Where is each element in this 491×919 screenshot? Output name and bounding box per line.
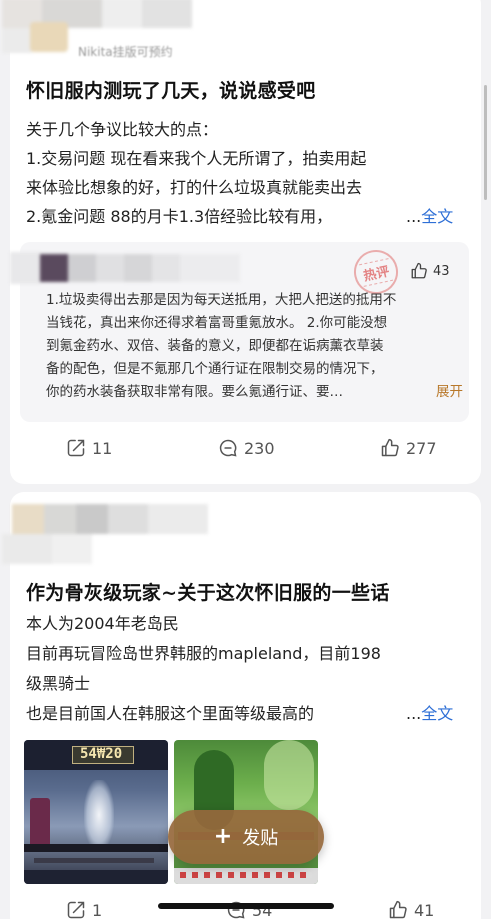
- new-post-label: 发贴: [242, 828, 279, 849]
- game-hud-text: 54₩20: [80, 746, 123, 762]
- read-more[interactable]: ...全文: [406, 703, 453, 725]
- ellipsis: ...: [406, 704, 422, 723]
- like-icon: [411, 262, 427, 279]
- like-icon: [381, 438, 399, 457]
- author-name[interactable]: Nikita挂版可预约: [78, 43, 173, 60]
- like-icon: [389, 900, 407, 919]
- post-body-line: 也是目前国人在韩服这个里面等级最高的: [26, 704, 315, 723]
- post-card[interactable]: Nikita挂版可预约 怀旧服内测玩了几天，说说感受吧 关于几个争议比较大的点：…: [2, 0, 481, 484]
- comment-like-button[interactable]: 43: [410, 262, 450, 280]
- share-icon: [67, 901, 85, 919]
- comment-line: 1.垃圾卖得出去那是因为每天送抵用，大把人把送的抵用不: [46, 292, 397, 308]
- comment-line: 你的药水装备获取非常有限。要么氪通行证、要…: [46, 384, 343, 400]
- avatar[interactable]: [12, 504, 44, 534]
- post-body-line: 本人为2004年老岛民: [26, 614, 179, 633]
- share-icon: [67, 439, 85, 457]
- like-button[interactable]: 41: [388, 900, 434, 919]
- share-button[interactable]: 1: [66, 900, 102, 919]
- like-count: 41: [414, 900, 435, 919]
- plus-icon: +: [213, 823, 233, 849]
- scrollbar[interactable]: [484, 85, 487, 200]
- post-title[interactable]: 作为骨灰级玩家~关于这次怀旧服的一些话: [26, 578, 390, 605]
- post-body-text: 2.氪金问题 88的月卡1.3倍经验比较有用，: [26, 207, 333, 226]
- post-body-line: 目前再玩冒险岛世界韩服的mapleland，目前198: [26, 644, 381, 663]
- avatar[interactable]: [30, 22, 68, 52]
- post-body-line: 来体验比想象的好，打的什么垃圾真就能卖出去: [26, 178, 363, 197]
- comment-line: 到氪金药水、双倍、装备的意义，即便都在诟病薰衣草装: [46, 338, 384, 354]
- comment-icon: [219, 439, 237, 457]
- avatar[interactable]: [40, 254, 68, 282]
- post-actions: 11 230 277: [10, 438, 481, 468]
- comment-like-count: 43: [433, 263, 450, 279]
- comment-line: 当钱花，真出来你还得求着富哥重氪放水。 2.你可能没想: [46, 315, 388, 331]
- read-more[interactable]: ...全文: [406, 206, 453, 228]
- commenter-avatar-name: [10, 252, 270, 284]
- new-post-button[interactable]: + 发贴: [168, 810, 324, 864]
- comment-button[interactable]: 230: [218, 438, 275, 458]
- post-body-line: 关于几个争议比较大的点：: [26, 120, 219, 139]
- author-header: [2, 504, 272, 566]
- share-button[interactable]: 11: [66, 438, 112, 458]
- home-indicator: [158, 903, 334, 909]
- post-title[interactable]: 怀旧服内测玩了几天，说说感受吧: [26, 76, 316, 103]
- share-count: 11: [92, 438, 113, 458]
- post-image[interactable]: 54₩20: [24, 740, 168, 884]
- share-count: 1: [92, 900, 103, 919]
- hot-comment[interactable]: 热评 43 1.垃圾卖得出去那是因为每天送抵用，大把人把送的抵用不 当钱花，真出…: [10, 242, 469, 422]
- comment-line: 备的配色，但是不氪那几个通行证在限制交易的情况下，: [46, 361, 384, 377]
- like-button[interactable]: 277: [380, 438, 437, 458]
- post-body-line: 2.氪金问题 88的月卡1.3倍经验比较有用，: [26, 206, 332, 228]
- ellipsis: ...: [406, 207, 422, 226]
- read-more-link[interactable]: 全文: [421, 704, 453, 723]
- comment-count: 230: [244, 438, 275, 458]
- post-body-line: 1.交易问题 现在看来我个人无所谓了，拍卖用起: [26, 149, 367, 168]
- read-more-link[interactable]: 全文: [421, 207, 453, 226]
- expand-link[interactable]: 展开: [436, 382, 463, 402]
- post-body-line: 级黑骑士: [26, 674, 91, 693]
- like-count: 277: [406, 438, 437, 458]
